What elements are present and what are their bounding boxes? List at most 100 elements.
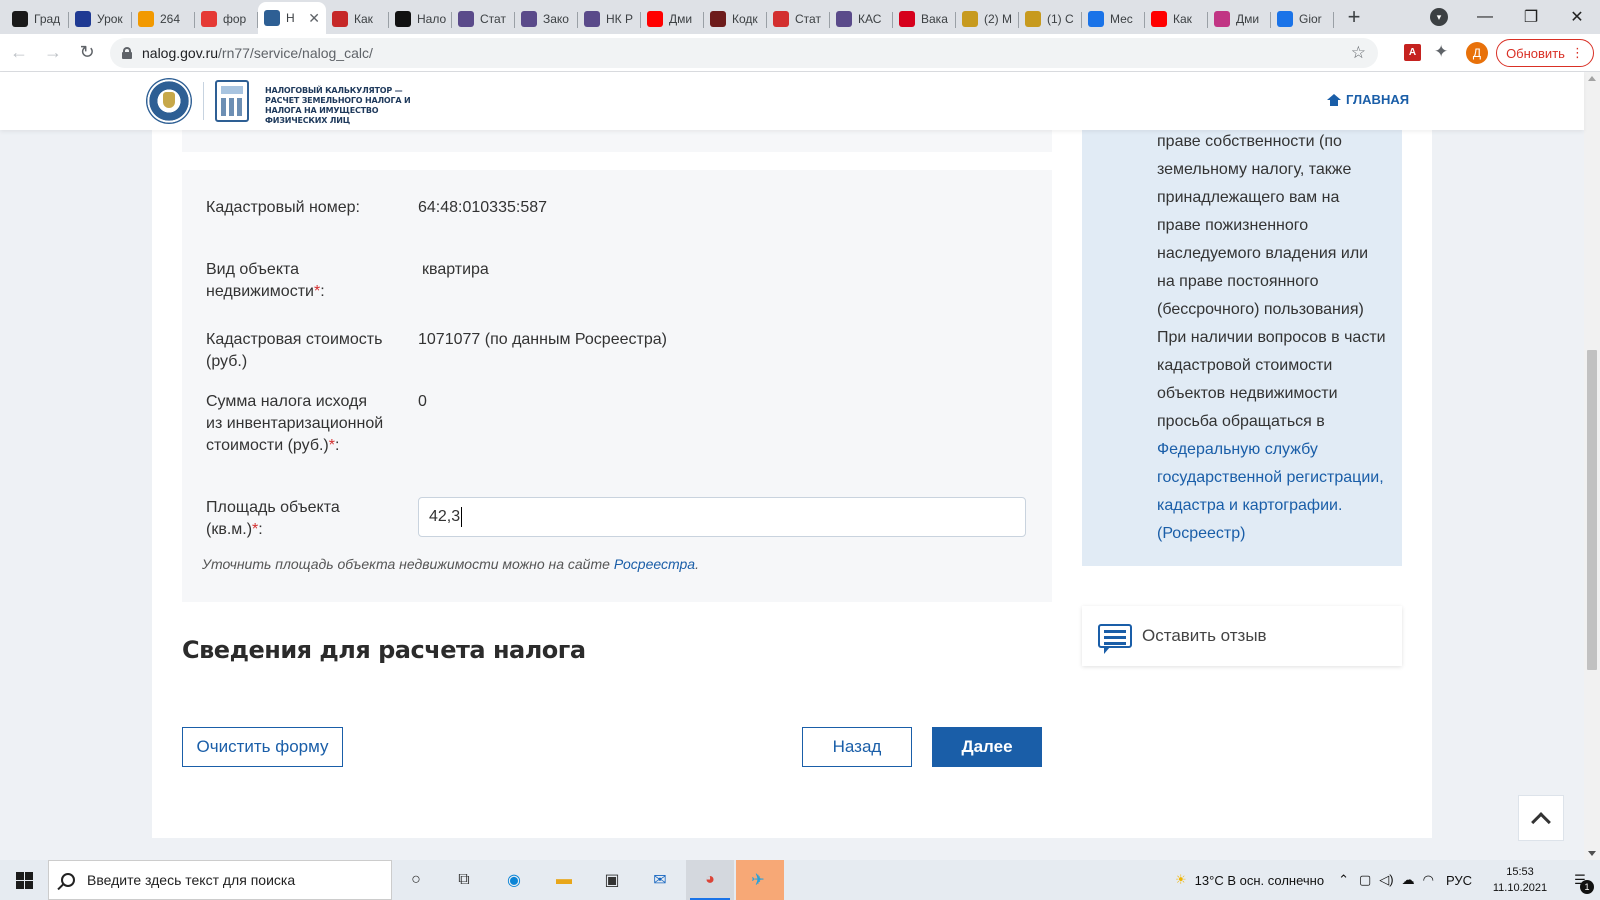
browser-tab[interactable]: Град xyxy=(6,4,69,34)
system-tray: ☀ 13°C В осн. солнечно ⌃ ▢ ◁) ☁ ◠ РУС 15… xyxy=(1175,860,1600,900)
chevron-up-icon xyxy=(1531,812,1551,832)
scroll-down-arrow-icon[interactable] xyxy=(1588,851,1596,856)
url-path: /rn77/service/nalog_calc/ xyxy=(218,45,373,61)
browser-tab[interactable]: Урок xyxy=(69,4,132,34)
browser-tab-strip: Град Урок 264 фор Н ✕ Как Нало Стат Зако НК Р Дми Ко… xyxy=(0,0,1600,34)
service-title: Налоговый калькулятор — расчет земельног… xyxy=(265,86,411,125)
close-tab-icon[interactable]: ✕ xyxy=(308,10,320,27)
notification-center-icon[interactable]: ☰ 1 xyxy=(1560,860,1600,900)
tab-title: Кодк xyxy=(732,12,758,26)
close-window-icon[interactable]: ✕ xyxy=(1554,7,1600,27)
inventory-tax-value: 0 xyxy=(418,393,427,410)
cortana-icon[interactable]: ○ xyxy=(404,868,428,892)
browser-tab[interactable]: Н ✕ xyxy=(258,2,326,34)
tab-title: Стат xyxy=(795,12,821,26)
telegram-icon[interactable]: ✈ xyxy=(746,868,770,892)
tab-title: Вака xyxy=(921,12,948,26)
file-explorer-icon[interactable]: ▬ xyxy=(552,868,576,892)
edge-icon[interactable]: ◉ xyxy=(502,868,526,892)
pause-favicon-icon xyxy=(1277,11,1293,27)
minimize-icon[interactable]: — xyxy=(1462,8,1508,26)
update-browser-button[interactable]: Обновить ⋮ xyxy=(1496,39,1594,67)
shield-favicon-icon xyxy=(962,11,978,27)
chrome-icon[interactable]: ◕ xyxy=(698,868,722,892)
feedback-button[interactable]: Оставить отзыв xyxy=(1082,606,1402,666)
clock[interactable]: 15:53 11.10.2021 xyxy=(1480,864,1560,896)
back-button[interactable]: Назад xyxy=(802,727,912,767)
taskbar-search[interactable]: Введите здесь текст для поиска xyxy=(48,860,392,900)
forward-arrow-icon[interactable]: → xyxy=(38,38,68,68)
weather-text[interactable]: 13°C В осн. солнечно xyxy=(1195,873,1324,888)
home-icon xyxy=(1327,93,1341,106)
rosreestr-link[interactable]: Росреестра xyxy=(614,556,695,572)
browser-tab[interactable]: (2) М xyxy=(956,4,1019,34)
fns-emblem-icon[interactable] xyxy=(146,78,192,124)
instagram-favicon-icon xyxy=(1214,11,1230,27)
browser-tab[interactable]: Дми xyxy=(1208,4,1271,34)
cadastral-cost-label: Кадастровая стоимость (руб.) xyxy=(206,331,383,370)
browser-tab[interactable]: Дми xyxy=(641,4,704,34)
new-tab-button[interactable]: + xyxy=(1340,3,1368,31)
area-input[interactable]: 42,3 xyxy=(418,497,1026,537)
reload-icon[interactable]: ↻ xyxy=(72,38,102,68)
tray-chevron-up-icon[interactable]: ⌃ xyxy=(1338,872,1349,888)
scroll-thumb[interactable] xyxy=(1587,350,1597,670)
windows-start-icon[interactable] xyxy=(0,860,48,900)
address-bar[interactable]: nalog.gov.ru/rn77/service/nalog_calc/ ☆ xyxy=(110,38,1378,68)
browser-tab[interactable]: Стат xyxy=(767,4,830,34)
back-arrow-icon[interactable]: ← xyxy=(4,38,34,68)
calculator-logo-icon[interactable] xyxy=(215,80,249,122)
browser-tab[interactable]: Зако xyxy=(515,4,578,34)
browser-tab[interactable]: Как xyxy=(1145,4,1208,34)
header-divider xyxy=(203,82,204,120)
clock-time: 15:53 xyxy=(1506,866,1534,878)
scroll-up-arrow-icon[interactable] xyxy=(1588,76,1596,81)
browser-tab[interactable]: НК Р xyxy=(578,4,641,34)
browser-tab[interactable]: Вака xyxy=(893,4,956,34)
browser-tab[interactable]: Нало xyxy=(389,4,452,34)
site-header: Налоговый калькулятор — расчет земельног… xyxy=(0,72,1584,130)
browser-toolbar: ← → ↻ nalog.gov.ru/rn77/service/nalog_ca… xyxy=(0,34,1600,72)
lock-icon[interactable] xyxy=(122,47,132,59)
store-icon[interactable]: ▣ xyxy=(600,868,624,892)
rosreestr-agency-link[interactable]: Федеральную службу государственной регис… xyxy=(1157,441,1384,542)
cadastral-cost-value: 1071077 (по данным Росреестра) xyxy=(418,331,667,348)
extensions-puzzle-icon[interactable]: ✦ xyxy=(1434,42,1448,62)
restore-icon[interactable]: ❐ xyxy=(1508,7,1554,27)
cadastral-number-value: 64:48:010335:587 xyxy=(418,199,548,216)
language-indicator[interactable]: РУС xyxy=(1446,873,1472,888)
browser-tab[interactable]: Как xyxy=(326,4,389,34)
next-button[interactable]: Далее xyxy=(932,727,1042,767)
browser-tab[interactable]: 264 xyxy=(132,4,195,34)
onedrive-icon[interactable]: ☁ xyxy=(1402,872,1415,888)
volume-icon[interactable]: ◁) xyxy=(1379,872,1393,888)
clock-date: 11.10.2021 xyxy=(1492,882,1548,894)
flag-favicon-icon xyxy=(773,11,789,27)
tab-title: 264 xyxy=(160,12,181,26)
clear-form-button[interactable]: Очистить форму xyxy=(182,727,343,767)
tab-search-icon[interactable]: ▾ xyxy=(1430,8,1448,26)
browser-tab[interactable]: Gior xyxy=(1271,4,1334,34)
browser-tab[interactable]: Кодк xyxy=(704,4,767,34)
profile-avatar[interactable]: Д xyxy=(1466,42,1488,64)
network-icon[interactable]: ◠ xyxy=(1423,872,1434,888)
browser-tab[interactable]: Стат xyxy=(452,4,515,34)
browser-tab[interactable]: Мес xyxy=(1082,4,1145,34)
notification-badge: 1 xyxy=(1580,880,1594,894)
mail-icon[interactable]: ✉ xyxy=(648,868,672,892)
task-view-icon[interactable]: ⧉ xyxy=(452,868,476,892)
browser-tab[interactable]: (1) С xyxy=(1019,4,1082,34)
weather-icon[interactable]: ☀ xyxy=(1175,872,1187,888)
bookmark-star-icon[interactable]: ☆ xyxy=(1351,43,1366,63)
browser-tab[interactable]: КАС xyxy=(830,4,893,34)
text-caret xyxy=(461,506,463,527)
home-link[interactable]: ГЛАВНАЯ xyxy=(1327,92,1409,107)
pdf-extension-icon[interactable]: A xyxy=(1404,44,1421,61)
pause-favicon-icon xyxy=(1088,11,1104,27)
page-scrollbar[interactable] xyxy=(1584,72,1600,860)
object-type-value: квартира xyxy=(422,261,489,278)
scroll-to-top-button[interactable] xyxy=(1518,795,1564,841)
browser-tab[interactable]: фор xyxy=(195,4,258,34)
info-text: праве собственности (по земельному налог… xyxy=(1157,133,1386,542)
meet-now-icon[interactable]: ▢ xyxy=(1359,872,1371,888)
